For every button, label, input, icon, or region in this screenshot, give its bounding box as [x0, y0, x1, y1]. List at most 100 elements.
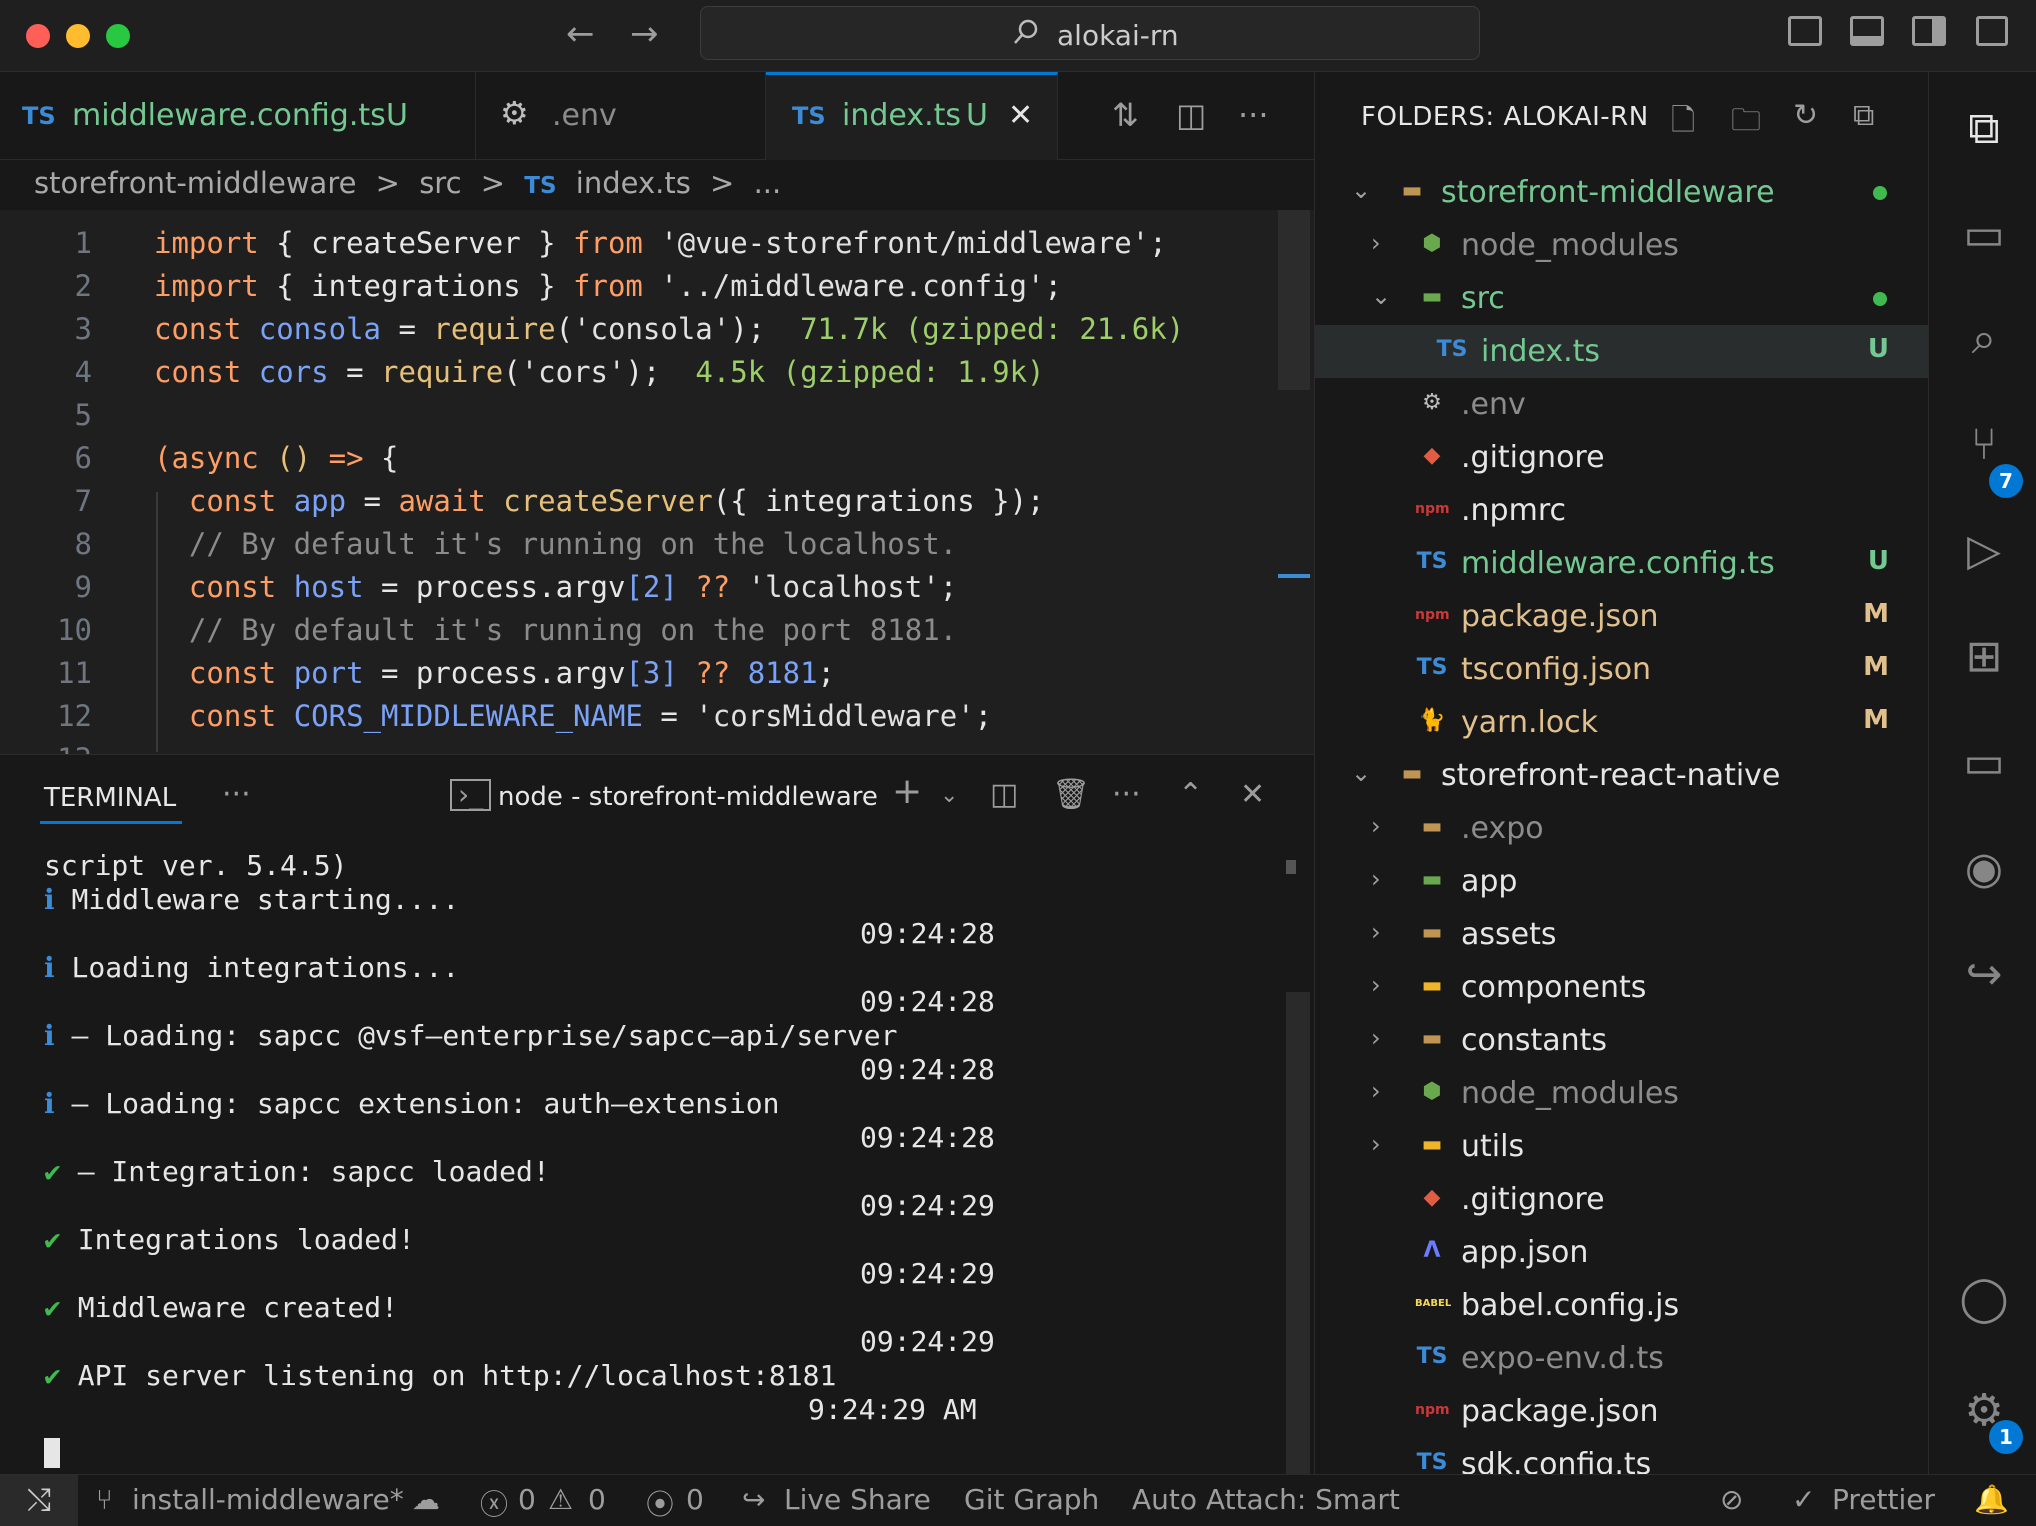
- code-editor[interactable]: 1 import { createServer } from '@vue-stor…: [0, 210, 1314, 754]
- git-graph-status[interactable]: Git Graph: [964, 1483, 1099, 1516]
- tab-env[interactable]: ⚙ .env: [476, 72, 766, 160]
- split-editor-icon[interactable]: ◫: [1176, 96, 1206, 134]
- tree-item[interactable]: npm package.json: [1315, 1385, 1928, 1438]
- breadcrumb-folder[interactable]: storefront-middleware: [34, 166, 356, 200]
- tree-item[interactable]: › ▬ components: [1315, 961, 1928, 1014]
- tree-item[interactable]: › ▬ constants: [1315, 1014, 1928, 1067]
- chevron-right-icon[interactable]: ›: [1371, 918, 1381, 946]
- chevron-down-icon[interactable]: ⌄: [1351, 176, 1371, 204]
- chevron-right-icon[interactable]: ›: [1371, 229, 1381, 257]
- code-line[interactable]: 7 const app = await createServer({ integ…: [0, 484, 1280, 527]
- close-window-button[interactable]: [26, 24, 50, 48]
- close-panel-icon[interactable]: ✕: [1240, 777, 1265, 812]
- live-share-status[interactable]: Live Share: [784, 1483, 931, 1516]
- command-center-search[interactable]: alokai-rn: [700, 6, 1480, 60]
- error-count[interactable]: 0: [518, 1483, 536, 1516]
- chevron-right-icon[interactable]: ›: [1371, 865, 1381, 893]
- maximize-panel-icon[interactable]: ⌃: [1178, 777, 1203, 812]
- toggle-secondary-sidebar-icon[interactable]: [1912, 16, 1946, 46]
- chevron-down-icon[interactable]: ⌄: [1351, 759, 1371, 787]
- explorer-icon[interactable]: ⧉: [1957, 102, 2011, 156]
- code-line[interactable]: 9 const host = process.argv[2] ?? 'local…: [0, 570, 1280, 613]
- split-terminal-icon[interactable]: ◫: [990, 777, 1018, 812]
- code-line[interactable]: 11 const port = process.argv[3] ?? 8181;: [0, 656, 1280, 699]
- search-icon[interactable]: ⌕: [1957, 312, 2011, 366]
- code-line[interactable]: 1 import { createServer } from '@vue-stor…: [0, 226, 1280, 269]
- tree-item[interactable]: 🐈 yarn.lock M: [1315, 696, 1928, 749]
- customize-layout-icon[interactable]: [1976, 16, 2008, 46]
- code-line[interactable]: 5: [0, 398, 1280, 441]
- git-branch[interactable]: install-middleware*: [132, 1483, 404, 1516]
- notifications-bell-icon[interactable]: 🔔: [1974, 1483, 2009, 1516]
- toggle-panel-icon[interactable]: [1850, 16, 1884, 46]
- tree-item[interactable]: › ▬ app: [1315, 855, 1928, 908]
- auto-attach-status[interactable]: Auto Attach: Smart: [1132, 1483, 1400, 1516]
- tree-item[interactable]: ◆ .gitignore: [1315, 431, 1928, 484]
- trash-icon[interactable]: 🗑: [1052, 777, 1090, 812]
- account-icon[interactable]: ◯: [1957, 1272, 2011, 1326]
- extensions-icon[interactable]: ⊞: [1957, 630, 2011, 684]
- remote-indicator-icon[interactable]: ⤭: [0, 1475, 78, 1526]
- chevron-down-icon[interactable]: ⌄: [940, 783, 958, 808]
- tree-item[interactable]: ⚙ .env: [1315, 378, 1928, 431]
- tree-item[interactable]: ⌄ ▬ storefront-react-native: [1315, 749, 1928, 802]
- terminal-title[interactable]: node - storefront-middleware: [498, 782, 878, 812]
- tree-item[interactable]: › ⬢ node_modules: [1315, 1067, 1928, 1120]
- remote-explorer-icon[interactable]: ▭: [1957, 208, 2011, 262]
- tab-middleware-config[interactable]: TS middleware.config.ts U: [0, 72, 476, 160]
- toggle-primary-sidebar-icon[interactable]: [1788, 16, 1822, 46]
- tab-index-ts[interactable]: TS index.ts U ✕: [766, 72, 1058, 160]
- tree-item[interactable]: ⌄ ▬ storefront-middleware: [1315, 166, 1928, 219]
- close-tab-icon[interactable]: ✕: [1008, 98, 1033, 133]
- breadcrumb-file[interactable]: index.ts: [576, 166, 691, 200]
- chevron-down-icon[interactable]: ⌄: [1371, 282, 1391, 310]
- code-line[interactable]: 3 const consola = require('consola'); 71.…: [0, 312, 1280, 355]
- tree-item[interactable]: › ▬ .expo: [1315, 802, 1928, 855]
- tree-item[interactable]: TS middleware.config.ts U: [1315, 537, 1928, 590]
- more-actions-icon[interactable]: ···: [1238, 96, 1269, 134]
- breadcrumb-folder[interactable]: src: [419, 166, 461, 200]
- prettier-status[interactable]: Prettier: [1832, 1483, 1935, 1516]
- tree-item[interactable]: TS index.ts U: [1315, 325, 1928, 378]
- terminal-scroll-thumb[interactable]: [1286, 860, 1296, 874]
- chevron-right-icon[interactable]: ›: [1371, 1130, 1381, 1158]
- new-folder-icon[interactable]: 🗀: [1731, 98, 1761, 149]
- refresh-icon[interactable]: ↻: [1793, 98, 1818, 133]
- run-debug-icon[interactable]: ▷: [1957, 524, 2011, 578]
- code-line[interactable]: 4 const cors = require('cors'); 4.5k (gzi…: [0, 355, 1280, 398]
- ports-count[interactable]: 0: [686, 1483, 704, 1516]
- back-arrow-icon[interactable]: ←: [566, 14, 595, 54]
- terminal-output[interactable]: script ver. 5.4.5) ℹ Middleware starting.…: [0, 847, 1280, 1467]
- minimize-window-button[interactable]: [66, 24, 90, 48]
- tree-item[interactable]: › ⬢ node_modules: [1315, 219, 1928, 272]
- live-share-icon[interactable]: ↪: [1957, 948, 2011, 1002]
- collapse-all-icon[interactable]: ⧉: [1853, 98, 1874, 133]
- copilot-disabled-icon[interactable]: ⊘: [1720, 1483, 1743, 1516]
- maximize-window-button[interactable]: [106, 24, 130, 48]
- panel-more-icon[interactable]: ···: [222, 777, 251, 812]
- tab-terminal[interactable]: TERMINAL: [44, 783, 176, 813]
- chevron-right-icon[interactable]: ›: [1371, 1024, 1381, 1052]
- compare-changes-icon[interactable]: ⇅: [1112, 96, 1139, 134]
- tree-item[interactable]: TS tsconfig.json M: [1315, 643, 1928, 696]
- tree-item[interactable]: TS sdk.config.ts: [1315, 1438, 1928, 1474]
- code-line[interactable]: 8 // By default it's running on the loca…: [0, 527, 1280, 570]
- chevron-right-icon[interactable]: ›: [1371, 971, 1381, 999]
- breadcrumb-symbol[interactable]: ...: [754, 166, 782, 200]
- remote-desktop-icon[interactable]: ▭: [1957, 736, 2011, 790]
- terminal-scrollbar[interactable]: [1286, 992, 1310, 1474]
- warning-count[interactable]: 0: [588, 1483, 606, 1516]
- tree-item[interactable]: BABEL babel.config.js: [1315, 1279, 1928, 1332]
- code-line[interactable]: 6 (async () => {: [0, 441, 1280, 484]
- tree-item[interactable]: npm package.json M: [1315, 590, 1928, 643]
- tree-item[interactable]: ⌄ ▬ src: [1315, 272, 1928, 325]
- code-line[interactable]: 13: [0, 742, 1280, 754]
- new-terminal-icon[interactable]: +: [892, 771, 922, 812]
- forward-arrow-icon[interactable]: →: [630, 14, 659, 54]
- tree-item[interactable]: npm .npmrc: [1315, 484, 1928, 537]
- new-file-icon[interactable]: 🗋: [1671, 98, 1695, 149]
- code-line[interactable]: 12 const CORS_MIDDLEWARE_NAME = 'corsMid…: [0, 699, 1280, 742]
- code-line[interactable]: 10 // By default it's running on the por…: [0, 613, 1280, 656]
- tree-item[interactable]: › ▬ assets: [1315, 908, 1928, 961]
- tree-item[interactable]: Λapp.json: [1315, 1226, 1928, 1279]
